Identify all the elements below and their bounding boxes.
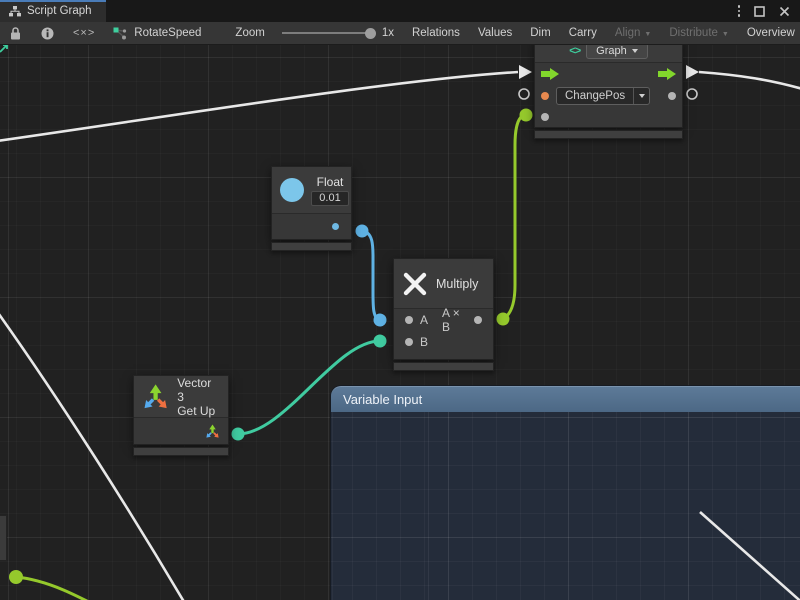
vector3-output-port-icon[interactable] [205,424,220,439]
mini-graph-icon [113,27,127,40]
vector3-node-footer [133,447,229,456]
output-port[interactable] [474,316,482,324]
input-b-label: B [420,335,428,349]
input-a-label: A [420,313,428,327]
toolbar-button-distribute[interactable]: Distribute▼ [660,22,738,44]
three-arrows-icon [142,383,169,411]
float-node-title: Float [317,175,344,189]
chevron-down-icon: ▼ [644,31,651,38]
float-value-field[interactable]: 0.01 [311,191,349,206]
lock-button[interactable] [0,22,31,44]
value-port-orange[interactable] [541,92,549,100]
float-type-icon [280,178,304,202]
control-in-arrow-icon[interactable] [541,68,559,80]
tab-bar: Script Graph [0,0,800,22]
toolbar-button-carry[interactable]: Carry [560,22,606,44]
zoom-slider-handle[interactable] [365,28,376,39]
multiply-node-footer [393,362,494,371]
variable-dropdown-value: ChangePos [557,90,633,102]
chevron-down-icon [632,49,638,53]
lock-icon [10,27,21,40]
group-panel-header[interactable]: Variable Input [331,386,800,412]
info-button[interactable] [31,22,64,44]
vector3-node-title: Vector 3 [177,376,220,404]
info-circle-icon [41,27,54,40]
group-panel-body [331,412,800,600]
toolbar-button-align[interactable]: Align▼ [606,22,661,44]
offscreen-node-fragment[interactable] [0,515,7,561]
group-panel-title: Variable Input [343,392,422,407]
code-icon: <×> [73,27,95,39]
zoom-label: Zoom [226,22,273,44]
multiply-node[interactable]: Multiply A A × B B [393,258,494,371]
graph-reference-label: RotateSpeed [134,27,201,39]
input-b-port[interactable] [405,338,413,346]
kebab-menu-icon[interactable] [738,5,741,17]
zoom-slider-track[interactable] [282,32,374,34]
toolbar-button-values[interactable]: Values [469,22,521,44]
float-node-footer [271,242,352,251]
toolbar-button-relations[interactable]: Relations [403,22,469,44]
vector3-getup-node[interactable]: Vector 3 Get Up [133,375,229,456]
toolbar-button-overview[interactable]: Overview [738,22,800,44]
multiply-x-icon [402,271,428,297]
float-node[interactable]: Float 0.01 [271,166,352,251]
output-label: A × B [442,306,467,334]
tab-script-graph[interactable]: Script Graph [0,0,106,22]
script-graph-window: Variable Input [0,0,800,600]
vector3-node-subtitle: Get Up [177,404,220,418]
event-node[interactable]: <> Graph ChangePos [534,38,683,139]
tab-label: Script Graph [27,5,92,17]
event-node-footer [534,130,683,139]
float-output-port[interactable] [332,223,339,230]
variable-dropdown[interactable]: ChangePos [556,87,650,105]
zoom-slider[interactable] [274,22,382,44]
dropdown-arrow[interactable] [633,88,649,104]
control-out-arrow-icon[interactable] [658,68,676,80]
toolbar: <×> RotateSpeed Zoom 1x Relations Values… [0,22,800,45]
multiply-node-title: Multiply [436,277,478,291]
graph-brackets-icon: <> [569,45,580,57]
org-chart-icon [9,6,21,17]
chevron-down-icon: ▼ [722,31,729,38]
graph-reference-button[interactable]: RotateSpeed [104,22,210,44]
toolbar-button-dim[interactable]: Dim [521,22,559,44]
group-panel-variable-input[interactable]: Variable Input [331,386,800,600]
value-port-out[interactable] [668,92,676,100]
input-a-port[interactable] [405,316,413,324]
zoom-level: 1x [382,22,403,44]
value-port-in[interactable] [541,113,549,121]
graph-dropdown-label: Graph [596,45,627,57]
close-icon[interactable] [779,6,790,17]
code-view-button[interactable]: <×> [64,22,104,44]
maximize-icon[interactable] [754,6,765,17]
